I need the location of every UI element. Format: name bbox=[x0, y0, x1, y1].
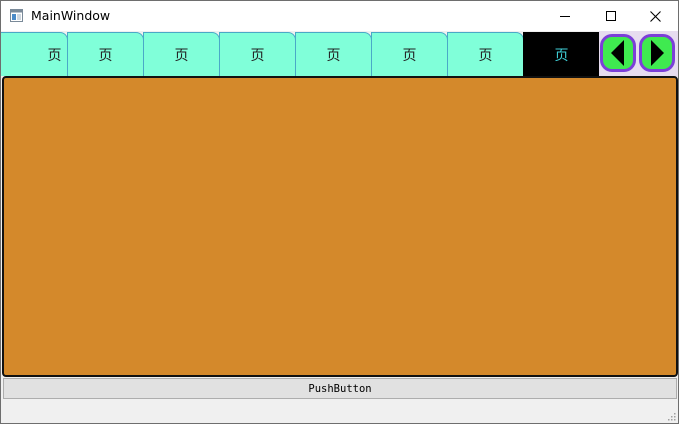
tab-2[interactable]: 页 bbox=[67, 32, 144, 76]
tab-4[interactable]: 页 bbox=[219, 32, 296, 76]
close-icon bbox=[649, 10, 661, 22]
minimize-icon bbox=[560, 16, 570, 17]
tab-3[interactable]: 页 bbox=[143, 32, 220, 76]
tab-content-pane bbox=[2, 76, 678, 377]
tab-scroll-buttons bbox=[599, 31, 678, 77]
tab-bar: 页 页 页 页 页 页 页 页 bbox=[1, 31, 678, 77]
minimize-button[interactable] bbox=[542, 1, 588, 31]
triangle-left-icon bbox=[611, 40, 624, 66]
tab-1[interactable]: 页 bbox=[1, 32, 68, 76]
push-button[interactable]: PushButton bbox=[3, 378, 677, 399]
maximize-button[interactable] bbox=[588, 1, 634, 31]
triangle-right-icon bbox=[651, 40, 664, 66]
tab-label: 页 bbox=[47, 47, 62, 64]
title-bar[interactable]: MainWindow bbox=[1, 1, 678, 31]
window-title: MainWindow bbox=[31, 8, 111, 23]
tab-label: 页 bbox=[402, 47, 417, 64]
tab-label: 页 bbox=[174, 47, 189, 64]
tab-label: 页 bbox=[326, 47, 341, 64]
tab-6[interactable]: 页 bbox=[371, 32, 448, 76]
tab-label: 页 bbox=[554, 47, 569, 64]
tab-5[interactable]: 页 bbox=[295, 32, 372, 76]
tab-7[interactable]: 页 bbox=[447, 32, 524, 76]
main-window: MainWindow 页 页 页 页 页 页 页 页 PushButton bbox=[0, 0, 679, 424]
tab-8-selected[interactable]: 页 bbox=[523, 32, 600, 76]
tab-label: 页 bbox=[98, 47, 113, 64]
tab-scroll-right-button[interactable] bbox=[639, 34, 675, 72]
resize-grip-icon[interactable] bbox=[666, 411, 676, 421]
app-window-icon bbox=[10, 9, 23, 22]
tab-scroll-left-button[interactable] bbox=[600, 34, 636, 72]
maximize-icon bbox=[606, 11, 616, 21]
close-button[interactable] bbox=[632, 1, 678, 31]
tab-label: 页 bbox=[478, 47, 493, 64]
tab-label: 页 bbox=[250, 47, 265, 64]
